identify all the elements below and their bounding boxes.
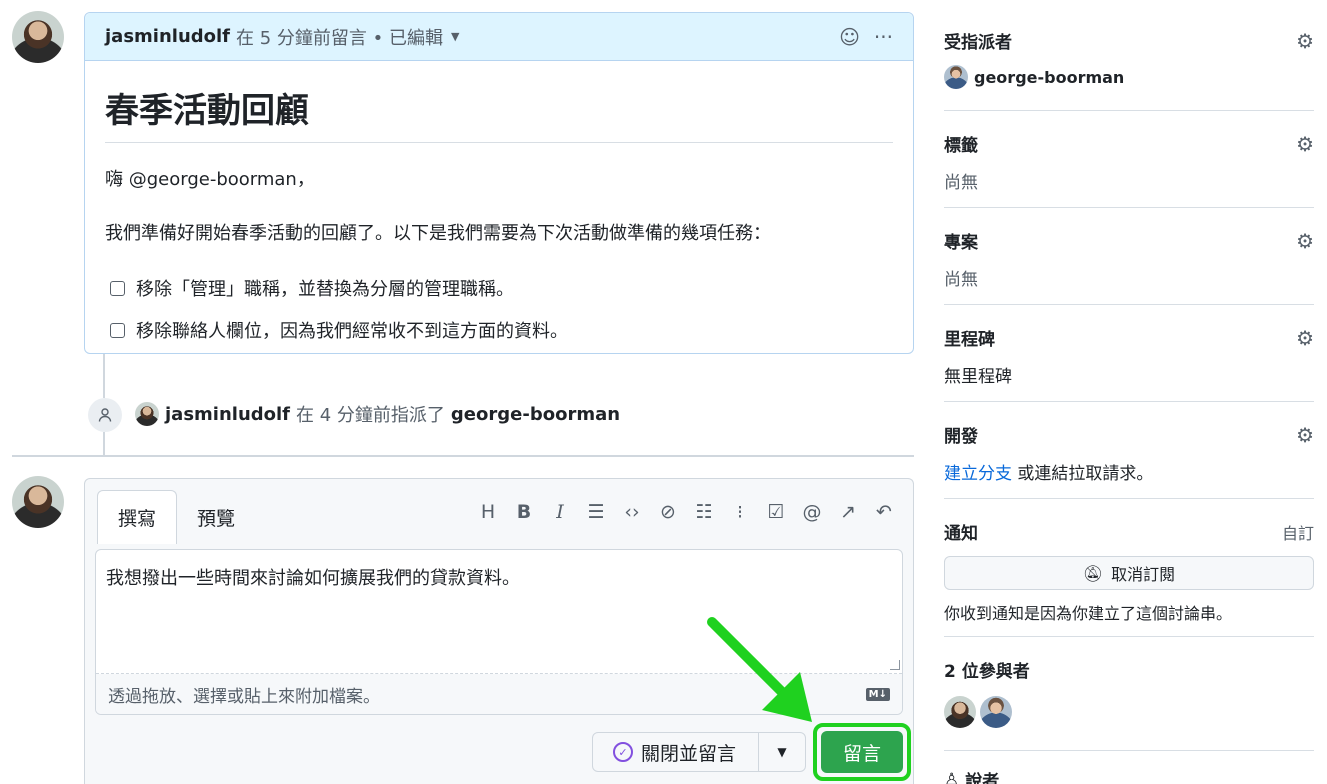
notifications-note: 你收到通知是因為你建立了這個討論串。 bbox=[944, 604, 1233, 623]
link-icon[interactable]: ⊘ bbox=[657, 501, 679, 523]
divider bbox=[12, 455, 914, 457]
sidebar-milestone: 里程碑 ⚙ 無里程碑 bbox=[944, 305, 1314, 402]
task-checkbox[interactable] bbox=[110, 280, 125, 296]
unsubscribe-label: 取消訂閱 bbox=[1111, 565, 1176, 584]
gear-icon[interactable]: ⚙ bbox=[1296, 132, 1314, 156]
person-icon: ♙ bbox=[944, 769, 960, 784]
notifications-custom-link[interactable]: 自訂 bbox=[1282, 520, 1314, 544]
code-icon[interactable]: ‹› bbox=[621, 501, 643, 523]
task-checkbox[interactable] bbox=[110, 322, 125, 338]
issue-comment: jasminludolf 在 5 分鐘前留言 • 已編輯 ▼ ☺ ··· 春季活… bbox=[84, 12, 914, 354]
labels-heading[interactable]: 標籤 bbox=[944, 131, 978, 156]
sidebar-development: 開發 ⚙ 建立分支 或連結拉取請求。 bbox=[944, 402, 1314, 499]
annotation-arrow-icon bbox=[707, 617, 812, 722]
development-heading[interactable]: 開發 bbox=[944, 422, 978, 447]
chevron-down-icon[interactable]: ▼ bbox=[451, 30, 459, 43]
labels-value: 尚無 bbox=[944, 173, 978, 193]
markdown-toolbar: H B I ☰ ‹› ⊘ ☷ ⁝ ☑ @ ↗ ↶ bbox=[477, 501, 895, 523]
milestone-heading[interactable]: 里程碑 bbox=[944, 325, 995, 350]
comment-header: jasminludolf 在 5 分鐘前留言 • 已編輯 ▼ ☺ ··· bbox=[85, 13, 913, 61]
task-text: 移除「管理」職稱，並替換為分層的管理職稱。 bbox=[136, 279, 514, 300]
sidebar-projects: 專案 ⚙ 尚無 bbox=[944, 208, 1314, 305]
sidebar-notifications: 通知 自訂 🔕︎ 取消訂閱 你收到通知是因為你建立了這個討論串。 bbox=[944, 499, 1314, 637]
gear-icon[interactable]: ⚙ bbox=[1296, 229, 1314, 253]
assignees-heading[interactable]: 受指派者 bbox=[944, 28, 1012, 53]
gear-icon[interactable]: ⚙ bbox=[1296, 29, 1314, 53]
comment-meta[interactable]: 在 5 分鐘前留言 • 已編輯 bbox=[236, 24, 443, 50]
smiley-icon[interactable]: ☺ bbox=[839, 25, 860, 49]
more-label[interactable]: 說者 bbox=[965, 767, 999, 784]
timeline-line bbox=[103, 354, 105, 398]
assign-event: jasminludolf 在 4 分鐘前指派了 george-boorman bbox=[135, 401, 620, 427]
chevron-down-icon[interactable]: ▼ bbox=[759, 745, 805, 759]
avatar[interactable] bbox=[12, 11, 64, 63]
participants-heading: 2 位參與者 bbox=[944, 662, 1030, 682]
mention-icon[interactable]: @ bbox=[801, 501, 823, 523]
bold-icon[interactable]: B bbox=[513, 501, 535, 523]
development-rest: 或連結拉取請求。 bbox=[1017, 464, 1154, 484]
numbered-list-icon[interactable]: ⁝ bbox=[729, 501, 751, 523]
close-with-comment-main[interactable]: ✓ 關閉並留言 bbox=[593, 733, 759, 771]
comment-greeting: 嗨 @george-boorman， bbox=[105, 169, 315, 190]
tab-write[interactable]: 撰寫 bbox=[97, 490, 178, 544]
projects-heading[interactable]: 專案 bbox=[944, 228, 978, 253]
event-target[interactable]: george-boorman bbox=[451, 404, 620, 425]
timeline-line bbox=[103, 432, 105, 456]
gear-icon[interactable]: ⚙ bbox=[1296, 423, 1314, 447]
avatar[interactable] bbox=[12, 476, 64, 528]
markdown-icon[interactable]: M↓ bbox=[865, 687, 890, 701]
event-actor[interactable]: jasminludolf bbox=[165, 404, 290, 425]
attach-hint: 透過拖放、選擇或貼上來附加檔案。 bbox=[108, 686, 380, 707]
task-item: 移除聯絡人欄位，因為我們經常收不到這方面的資料。 bbox=[110, 317, 893, 343]
comment-submit-button[interactable]: 留言 bbox=[821, 731, 903, 773]
person-icon bbox=[88, 398, 122, 432]
comment-intro: 我們準備好開始春季活動的回顧了。以下是我們需要為下次活動做準備的幾項任務： bbox=[105, 223, 771, 244]
task-list-icon[interactable]: ☑ bbox=[765, 501, 787, 523]
participant-avatar[interactable] bbox=[980, 696, 1012, 728]
gear-icon[interactable]: ⚙ bbox=[1296, 326, 1314, 350]
bell-slash-icon: 🔕︎ bbox=[1082, 563, 1104, 583]
assignee-name: george-boorman bbox=[974, 67, 1125, 87]
notifications-heading: 通知 bbox=[944, 524, 978, 544]
italic-icon[interactable]: I bbox=[549, 501, 571, 523]
avatar[interactable] bbox=[135, 402, 159, 426]
create-branch-link[interactable]: 建立分支 bbox=[944, 464, 1012, 484]
avatar bbox=[944, 65, 968, 89]
close-label: 關閉並留言 bbox=[641, 742, 737, 765]
resize-handle-icon[interactable] bbox=[890, 660, 900, 670]
heading-icon[interactable]: H bbox=[477, 501, 499, 523]
unsubscribe-button[interactable]: 🔕︎ 取消訂閱 bbox=[944, 556, 1314, 590]
event-action: 在 4 分鐘前指派了 bbox=[296, 405, 445, 426]
sidebar-assignees: 受指派者 ⚙ george-boorman bbox=[944, 28, 1314, 111]
check-circle-icon: ✓ bbox=[613, 742, 633, 762]
participant-avatar[interactable] bbox=[944, 696, 976, 728]
undo-icon[interactable]: ↶ bbox=[873, 501, 895, 523]
projects-value: 尚無 bbox=[944, 270, 978, 290]
assignee-item[interactable]: george-boorman bbox=[944, 65, 1314, 89]
reference-icon[interactable]: ↗ bbox=[837, 501, 859, 523]
task-text: 移除聯絡人欄位，因為我們經常收不到這方面的資料。 bbox=[136, 321, 568, 342]
highlight-box: 留言 bbox=[813, 723, 911, 781]
development-value: 建立分支 或連結拉取請求。 bbox=[944, 459, 1314, 484]
sidebar-more: ♙ 說者 bbox=[944, 751, 1314, 784]
task-item: 移除「管理」職稱，並替換為分層的管理職稱。 bbox=[110, 275, 893, 301]
kebab-menu-icon[interactable]: ··· bbox=[874, 25, 893, 49]
quote-icon[interactable]: ☰ bbox=[585, 501, 607, 523]
bullet-list-icon[interactable]: ☷ bbox=[693, 501, 715, 523]
tab-preview[interactable]: 預覽 bbox=[177, 491, 255, 543]
comment-author[interactable]: jasminludolf bbox=[105, 26, 230, 47]
milestone-value: 無里程碑 bbox=[944, 367, 1012, 387]
issue-sidebar: 受指派者 ⚙ george-boorman 標籤 ⚙ 尚無 專案 ⚙ 尚無 里程… bbox=[944, 28, 1314, 784]
comment-title: 春季活動回顧 bbox=[105, 83, 893, 143]
sidebar-labels: 標籤 ⚙ 尚無 bbox=[944, 111, 1314, 208]
sidebar-participants: 2 位參與者 bbox=[944, 637, 1314, 751]
close-with-comment-button: ✓ 關閉並留言 ▼ bbox=[592, 732, 806, 772]
